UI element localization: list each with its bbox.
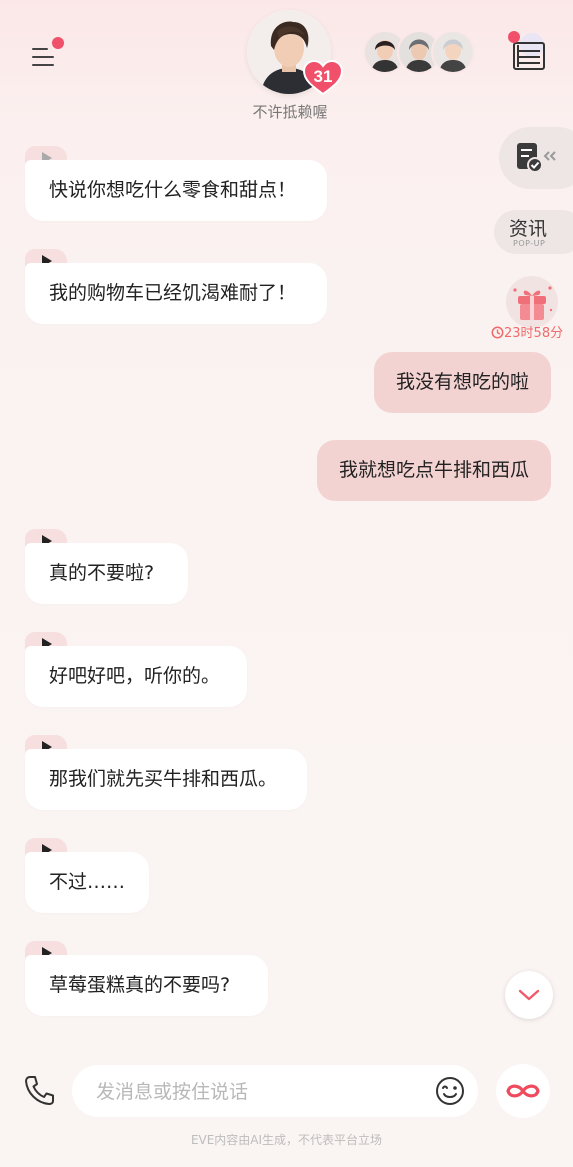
affinity-count: 31 [313, 67, 333, 86]
message-input-container [72, 1065, 478, 1119]
voice-call-button[interactable] [22, 1073, 58, 1109]
message-input[interactable] [94, 1065, 428, 1119]
ai-message-bubble: 快说你想吃什么零食和甜点！ [25, 160, 327, 221]
phone-icon [25, 1076, 54, 1105]
ai-message-bubble: 不过…… [25, 852, 149, 913]
news-button[interactable]: 资讯 POP-UP [494, 210, 573, 254]
task-panel-button[interactable] [499, 127, 573, 189]
ai-message-bubble: 那我们就先买牛排和西瓜。 [25, 749, 307, 810]
task-check-icon [517, 143, 556, 173]
user-message-bubble: 我就想吃点牛排和西瓜 [316, 440, 551, 501]
scroll-to-bottom-button[interactable] [505, 971, 553, 1019]
clock-icon [491, 326, 504, 339]
gift-timer-text: 23时58分 [504, 326, 564, 341]
notification-dot [52, 37, 64, 49]
menu-icon-line [32, 56, 54, 58]
ai-disclaimer: EVE内容由AI生成，不代表平台立场 [190, 1133, 383, 1147]
emoji-button[interactable] [433, 1074, 467, 1108]
ai-message-bubble: 草莓蛋糕真的不要吗? [25, 955, 268, 1016]
ai-message-bubble: 我的购物车已经饥渴难耐了！ [25, 263, 327, 324]
mini-avatar [431, 30, 475, 74]
menu-icon-line [32, 64, 54, 66]
affinity-badge: 31 [302, 59, 344, 96]
ai-message-bubble: 好吧好吧，听你的。 [25, 646, 247, 707]
gift-icon [506, 276, 558, 328]
notification-dot [508, 31, 520, 43]
story-book-button[interactable] [506, 29, 550, 73]
infinity-icon [506, 1084, 540, 1098]
gift-timer: 23时58分 [491, 322, 573, 341]
news-subtitle: POP-UP [513, 239, 546, 248]
gift-button[interactable] [503, 276, 561, 328]
user-message-bubble: 我没有想吃的啦 [373, 352, 551, 413]
chevron-down-icon [518, 989, 540, 1001]
menu-button[interactable] [26, 36, 66, 76]
news-title: 资讯 [509, 218, 548, 240]
emoji-icon [436, 1077, 464, 1105]
group-avatars[interactable] [363, 30, 475, 74]
character-name: 不许抵赖喔 [252, 103, 328, 121]
ai-message-bubble: 真的不要啦? [25, 543, 188, 604]
menu-icon [32, 48, 48, 50]
more-features-button[interactable] [496, 1064, 550, 1118]
